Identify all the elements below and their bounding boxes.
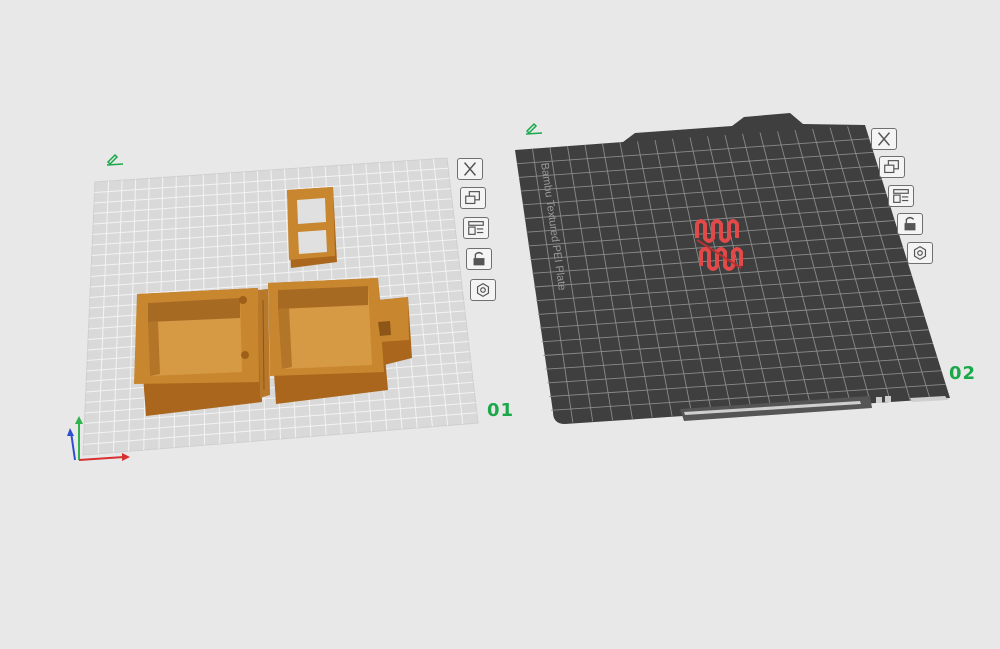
lock-plate-button[interactable] [466,248,492,270]
edit-plate-name-icon[interactable] [106,152,124,166]
plate-settings-button[interactable] [470,279,496,301]
model-clip[interactable] [287,187,337,268]
arrange-button[interactable] [879,156,905,178]
arrange-button[interactable] [460,187,486,209]
arrange-icon [884,160,899,174]
lock-icon [473,251,485,266]
plate-number-02: 02 [949,363,977,384]
3d-viewport[interactable] [0,0,1000,649]
lock-icon [904,216,916,231]
auto-orient-button[interactable] [888,185,914,207]
lock-plate-button[interactable] [897,213,923,235]
close-icon [463,162,477,176]
layout-icon [893,189,909,203]
delete-plate-button[interactable] [871,128,897,150]
settings-icon [913,245,927,261]
auto-orient-button[interactable] [463,217,489,239]
arrange-icon [465,191,480,205]
plate-number-01: 01 [487,400,515,421]
edit-plate-name-icon[interactable] [525,121,543,135]
delete-plate-button[interactable] [457,158,483,180]
settings-icon [476,282,490,298]
layout-icon [468,221,484,235]
close-icon [877,132,891,146]
plate-settings-button[interactable] [907,242,933,264]
